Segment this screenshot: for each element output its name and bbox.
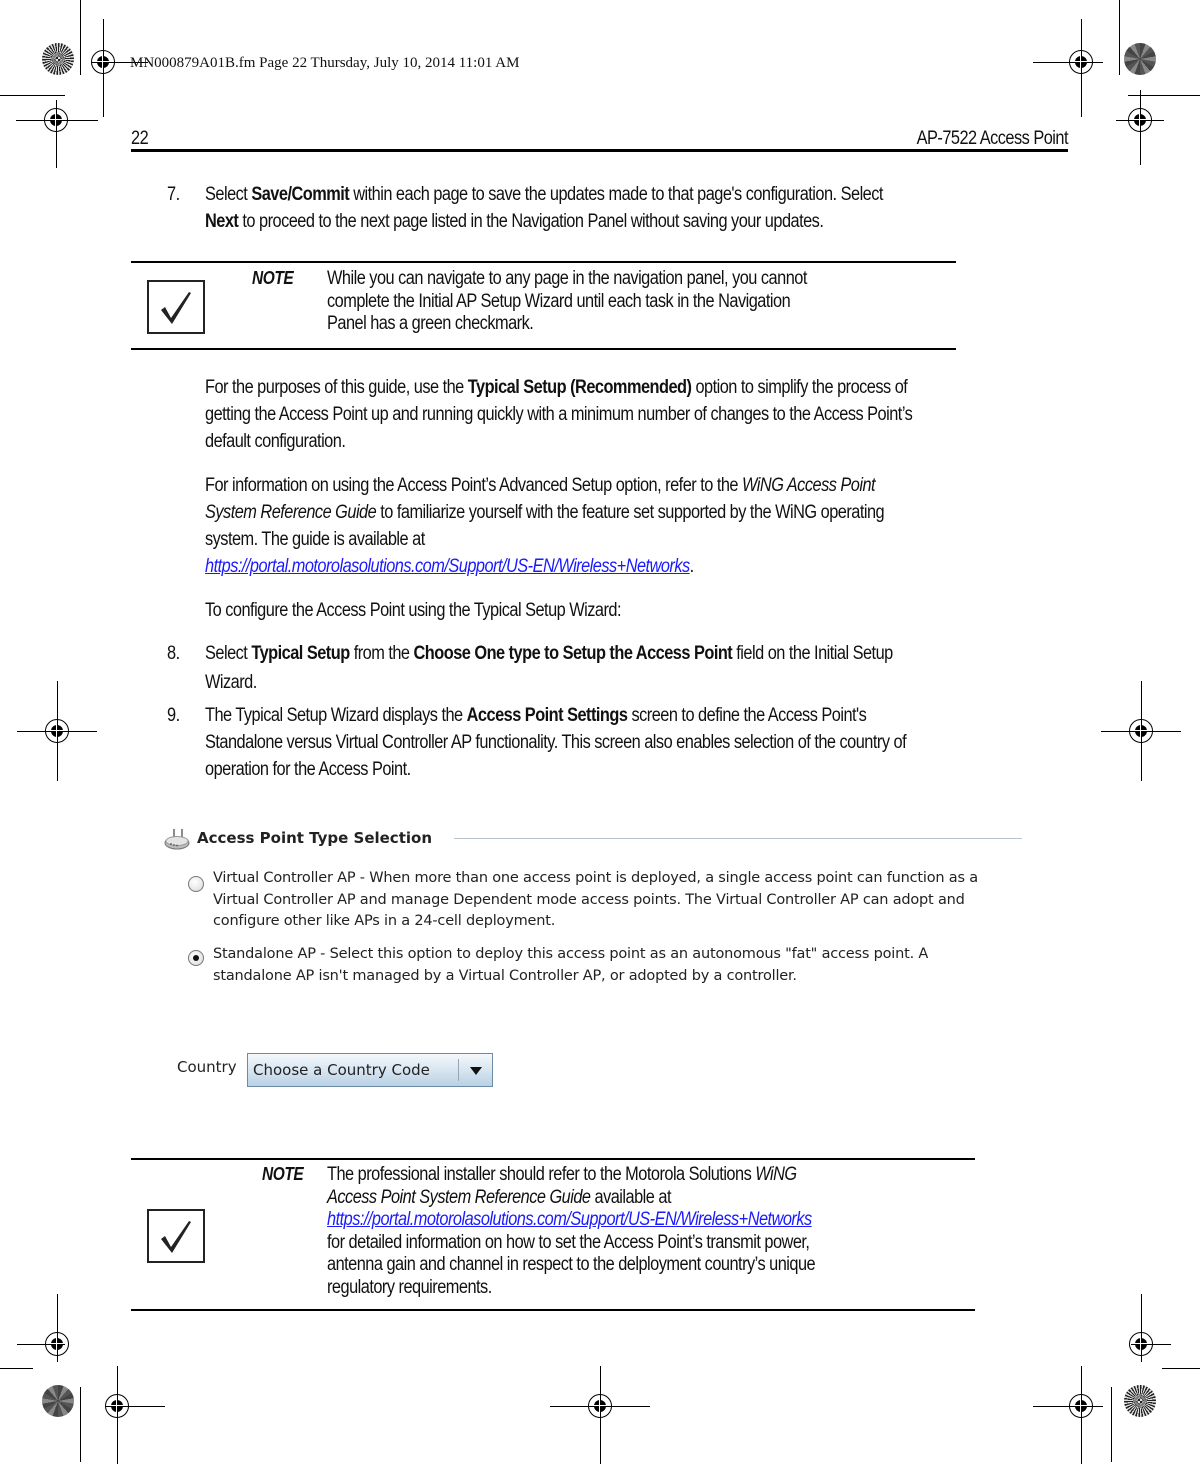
standalone-ap-radio[interactable] bbox=[188, 950, 204, 966]
trim-line bbox=[80, 0, 81, 75]
access-point-settings-screenshot: Access Point Type Selection Virtual Cont… bbox=[160, 820, 1040, 1100]
note-checkbox bbox=[147, 280, 205, 334]
trim-line bbox=[0, 1368, 33, 1369]
trim-line bbox=[1111, 1387, 1112, 1462]
starburst-mark-icon bbox=[1124, 43, 1156, 75]
section-title: Access Point Type Selection bbox=[197, 829, 432, 847]
virtual-controller-ap-radio[interactable] bbox=[188, 876, 204, 892]
step-number: 9. bbox=[167, 705, 180, 726]
trim-line bbox=[1162, 1368, 1200, 1369]
header-rule bbox=[131, 149, 1068, 152]
virtual-controller-ap-description: Virtual Controller AP - When more than o… bbox=[213, 870, 978, 929]
paragraph-configure: To configure the Access Point using the … bbox=[205, 600, 622, 621]
select-divider bbox=[458, 1059, 459, 1081]
trim-line bbox=[0, 95, 65, 96]
country-label: Country bbox=[177, 1058, 237, 1076]
note-bottom-rule bbox=[131, 1309, 975, 1311]
step-number: 7. bbox=[167, 184, 180, 205]
starburst-mark-icon bbox=[42, 43, 74, 75]
note-bottom-rule bbox=[131, 348, 956, 350]
note-top-rule bbox=[131, 1158, 975, 1160]
ui-term: Save/Commit bbox=[251, 184, 350, 205]
support-portal-link[interactable]: https://portal.motorolasolutions.com/Sup… bbox=[327, 1209, 812, 1230]
starburst-mark-icon bbox=[42, 1385, 74, 1417]
note-top-rule bbox=[131, 261, 956, 263]
print-slug: MN000879A01B.fm Page 22 Thursday, July 1… bbox=[130, 55, 520, 71]
step-number: 8. bbox=[167, 643, 180, 664]
country-select[interactable]: Choose a Country Code bbox=[247, 1053, 493, 1087]
note-label: NOTE bbox=[252, 268, 294, 288]
page-number: 22 bbox=[131, 128, 149, 149]
trim-line bbox=[1128, 95, 1200, 96]
running-header-title: AP-7522 Access Point bbox=[916, 128, 1069, 149]
note-checkbox bbox=[147, 1209, 205, 1263]
starburst-mark-icon bbox=[1124, 1385, 1156, 1417]
doc-title: System Reference Guide bbox=[205, 502, 377, 523]
chevron-down-icon[interactable] bbox=[470, 1067, 482, 1075]
standalone-ap-description: Standalone AP - Select this option to de… bbox=[213, 946, 929, 984]
support-portal-link[interactable]: https://portal.motorolasolutions.com/Sup… bbox=[205, 556, 690, 577]
section-divider bbox=[454, 838, 1022, 839]
checkmark-icon bbox=[161, 1221, 191, 1253]
ui-term: Next bbox=[205, 211, 239, 232]
note-label: NOTE bbox=[262, 1164, 304, 1184]
doc-title: WiNG Access Point bbox=[742, 475, 876, 496]
access-point-icon bbox=[164, 829, 190, 850]
note-text: While you can navigate to any page in th… bbox=[327, 268, 807, 334]
checkmark-icon bbox=[161, 292, 191, 324]
trim-line bbox=[80, 1387, 81, 1462]
trim-line bbox=[1119, 0, 1120, 75]
country-select-value: Choose a Country Code bbox=[253, 1061, 430, 1079]
